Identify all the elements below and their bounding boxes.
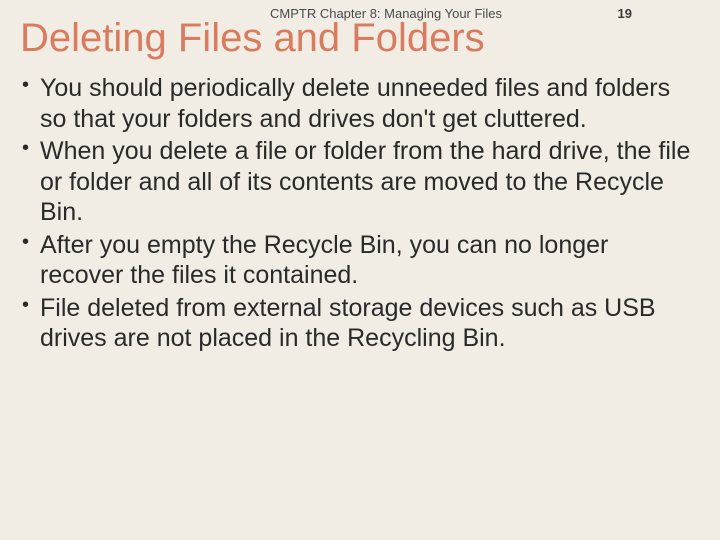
list-item: You should periodically delete unneeded … bbox=[22, 73, 698, 134]
page-number: 19 bbox=[618, 6, 632, 21]
list-item: After you empty the Recycle Bin, you can… bbox=[22, 230, 698, 291]
list-item: File deleted from external storage devic… bbox=[22, 293, 698, 354]
chapter-label: CMPTR Chapter 8: Managing Your Files bbox=[270, 6, 502, 21]
bullet-list: You should periodically delete unneeded … bbox=[0, 69, 720, 354]
list-item: When you delete a file or folder from th… bbox=[22, 136, 698, 228]
